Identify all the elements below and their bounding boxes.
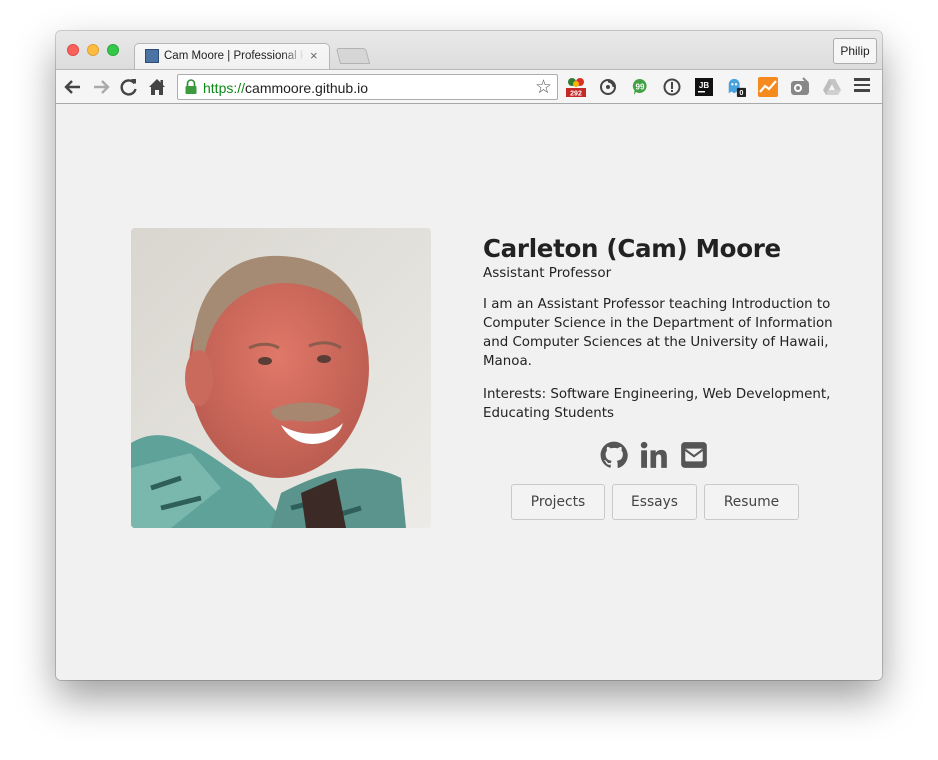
profile-info: Carleton (Cam) Moore Assistant Professor… [483,234,833,423]
sync-extension-icon[interactable] [598,77,618,97]
profile-name: Carleton (Cam) Moore [483,234,781,263]
address-bar[interactable]: https://cammoore.github.io ☆ [177,74,558,100]
tab-close-icon[interactable]: × [310,48,318,63]
resume-button[interactable]: Resume [704,484,799,520]
close-window-button[interactable] [67,44,79,56]
github-icon[interactable] [600,441,628,469]
info-extension-icon[interactable] [662,77,682,97]
minimize-window-button[interactable] [87,44,99,56]
jetbrains-extension-icon[interactable]: JB [694,77,714,97]
calendar-extension-icon[interactable]: 292 [566,77,586,97]
profile-photo [131,228,431,528]
ghostery-badge: 0 [739,88,743,97]
tab-title: Cam Moore | Professional Portfolio [164,50,304,62]
menu-icon[interactable] [854,78,870,96]
lock-icon [185,79,197,94]
calendar-extension-badge: 292 [570,91,582,98]
url-text: https://cammoore.github.io [203,80,368,96]
browser-window: Cam Moore | Professional Portfolio × Phi… [56,31,882,680]
bookmark-star-icon[interactable]: ☆ [535,76,552,99]
drive-extension-icon[interactable] [822,77,842,97]
jetbrains-text: JB [699,81,709,90]
profile-bio: I am an Assistant Professor teaching Int… [483,297,833,369]
projects-button[interactable]: Projects [511,484,605,520]
social-links [600,441,708,469]
chat-extension-icon[interactable]: 99 [630,77,650,97]
favicon-icon [145,49,159,63]
browser-tab[interactable]: Cam Moore | Professional Portfolio × [134,43,330,69]
browser-toolbar: https://cammoore.github.io ☆ 292 99 JB 0 [56,69,882,104]
home-icon[interactable] [146,76,168,98]
tab-bar: Cam Moore | Professional Portfolio × Phi… [56,31,882,69]
camera-extension-icon[interactable] [790,77,810,97]
linkedin-icon[interactable] [640,441,668,469]
profile-interests: Interests: Software Engineering, Web Dev… [483,387,831,421]
new-tab-button[interactable] [335,48,371,64]
url-host: cammoore.github.io [245,80,368,96]
analytics-extension-icon[interactable] [758,77,778,97]
profile-title: Assistant Professor [483,265,612,281]
essays-button[interactable]: Essays [612,484,697,520]
page-content: Carleton (Cam) Moore Assistant Professor… [56,104,882,680]
email-icon[interactable] [680,441,708,469]
forward-arrow-icon[interactable] [90,76,112,98]
zoom-window-button[interactable] [107,44,119,56]
reload-icon[interactable] [118,76,140,98]
ghostery-extension-icon[interactable]: 0 [726,77,746,97]
back-arrow-icon[interactable] [62,76,84,98]
url-scheme: https:// [203,80,246,96]
svg-text:99: 99 [636,83,645,92]
profile-button[interactable]: Philip [833,38,877,64]
